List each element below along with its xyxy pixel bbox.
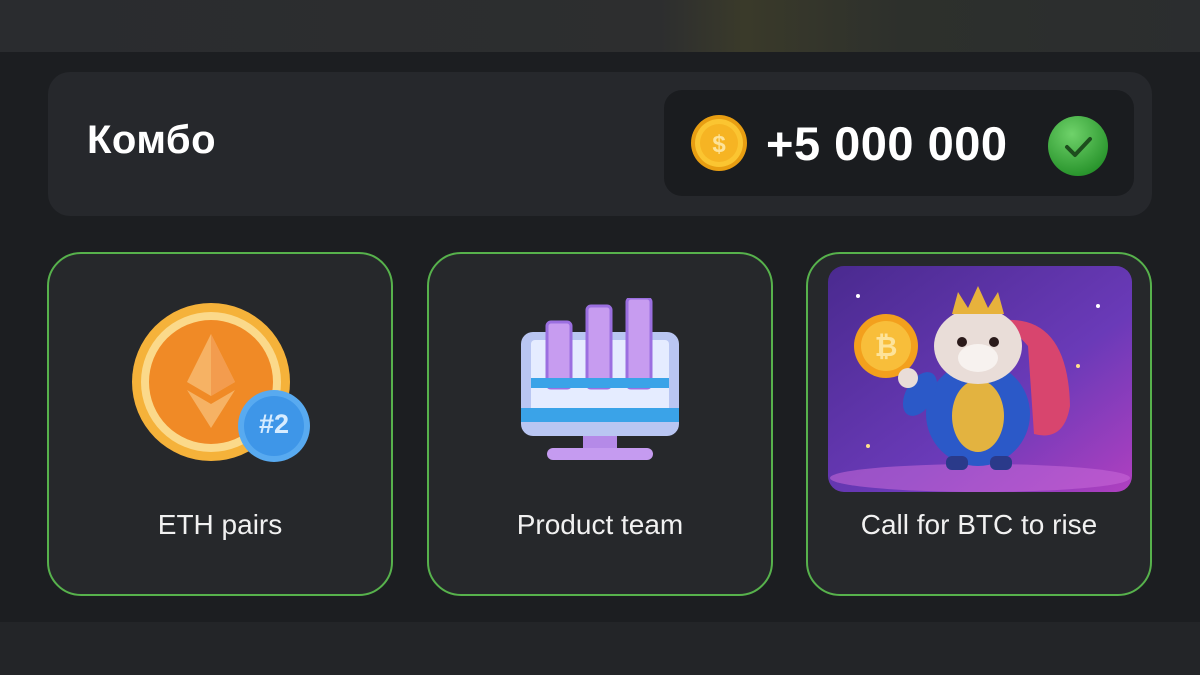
ethereum-coin-icon (132, 303, 310, 462)
checkmark-icon (1048, 116, 1108, 176)
combo-card-eth-pairs[interactable]: #2 ETH pairs (47, 252, 393, 596)
card-label-call-for-btc-to-rise: Call for BTC to rise (860, 509, 1098, 540)
hamster-king-illustration: ₿ (828, 266, 1132, 492)
svg-text:$: $ (712, 131, 726, 158)
combo-card-product-team[interactable]: Product team (427, 252, 773, 596)
eth-badge: #2 (258, 409, 290, 439)
card-label-eth-pairs: ETH pairs (157, 509, 283, 540)
combo-title: Комбо (87, 118, 217, 162)
card-label-product-team: Product team (516, 509, 684, 540)
svg-text:₿: ₿ (875, 331, 898, 362)
reward-amount: +5 000 000 (766, 117, 1008, 170)
combo-card-call-for-btc-to-rise[interactable]: ₿ Call for BTC to rise (806, 252, 1152, 596)
bottom-strip (0, 622, 1200, 675)
top-strip (0, 0, 1200, 52)
bar-chart-monitor-icon (521, 298, 679, 460)
gold-coin-icon: $ (691, 115, 747, 171)
